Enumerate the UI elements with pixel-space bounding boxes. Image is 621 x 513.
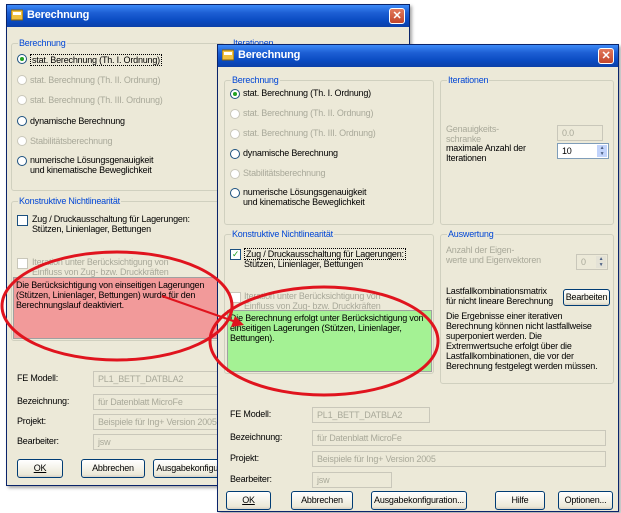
back-proj-label: Projekt: [17,416,46,426]
front-calc-group-title: Berechnung [231,75,280,85]
front-genauig-field: 0.0 [557,125,603,141]
front-maxiter-value: 10 [562,146,572,156]
back-radio-th3 [17,95,27,105]
back-zug-checkbox[interactable] [17,215,28,226]
back-iter-label-2: Einfluss von Zug- bzw. Druckkräften [32,267,169,277]
back-radio-stability-label: Stabilitätsberechnung [30,136,113,146]
back-radio-th1-label: stat. Berechnung (Th. I. Ordnung) [30,54,162,66]
back-radio-th2 [17,75,27,85]
back-titlebar[interactable]: Berechnung ✕ [7,5,409,27]
back-nonlin-group-title: Konstruktive Nichtlinearität [18,196,121,206]
front-maxiter-spinner[interactable]: 10 ▲ ▼ [557,143,609,159]
back-abbrechen-button[interactable]: Abbrechen [81,459,145,478]
back-radio-th3-label: stat. Berechnung (Th. III. Ordnung) [30,95,163,105]
front-proj-field: Beispiele für Ing+ Version 2005 [312,451,606,467]
front-matrix-label-2: für nicht lineare Berechnung [446,296,553,306]
back-zug-label-2: Stützen, Linienlager, Bettungen [32,224,151,234]
front-radio-th2 [230,109,240,119]
back-bearb-label: Bearbeiter: [17,436,59,446]
front-ausgabe-button[interactable]: Ausgabekonfiguration... [371,491,467,510]
front-iter-label: Iteration unter Berücksichtigung von [244,291,381,301]
front-notice-active: Die Berechnung erfolgt unter Berücksicht… [227,310,432,372]
front-radio-numeric-label-2: und kinematische Beweglichkeit [243,197,365,207]
front-maxiter-label-2: Iterationen [446,153,487,163]
front-radio-th2-label: stat. Berechnung (Th. II. Ordnung) [243,108,374,118]
front-abbrechen-button[interactable]: Abbrechen [291,491,353,510]
back-proj-field: Beispiele für Ing+ Version 2005 [93,414,233,430]
front-maxiter-label: maximale Anzahl der [446,143,526,153]
front-radio-numeric-label: numerische Lösungsgenauigkeit [243,187,367,197]
front-ausw-text: Die Ergebnisse einer iterativen Berechnu… [446,311,598,371]
front-radio-th3 [230,129,240,139]
back-radio-stability [17,136,27,146]
front-radio-dynamic-label: dynamische Berechnung [243,148,338,158]
front-fe-label: FE Modell: [230,409,272,419]
front-iter-group-title: Iterationen [447,75,490,85]
front-radio-numeric[interactable] [230,188,240,198]
back-radio-dynamic-label: dynamische Berechnung [30,116,125,126]
front-zug-label-2: Stützen, Linienlager, Bettungen [244,259,363,269]
back-radio-th1[interactable] [17,54,27,64]
front-dialog: Berechnung ✕ Berechnung stat. Berechnung… [217,44,619,512]
front-radio-stability [230,169,240,179]
front-hilfe-button[interactable]: Hilfe [495,491,545,510]
back-bez-label: Bezeichnung: [17,396,70,406]
back-radio-numeric-label-2: und kinematische Beweglichkeit [30,165,152,175]
back-notice-text: Die Berücksichtigung von einseitigen Lag… [16,280,205,310]
spinner-arrows-icon[interactable]: ▲ ▼ [597,145,607,157]
back-iter-label: Iteration unter Berücksichtigung von [32,257,169,267]
front-bearb-field: jsw [312,472,392,488]
app-icon [222,49,234,61]
spinner-arrows-icon: ▲ ▼ [596,256,606,268]
back-radio-dynamic[interactable] [17,116,27,126]
front-bez-label: Bezeichnung: [230,432,283,442]
front-titlebar[interactable]: Berechnung ✕ [218,45,618,67]
back-radio-numeric-label: numerische Lösungsgenauigkeit [30,155,154,165]
front-fe-field: PL1_BETT_DATBLA2 [312,407,430,423]
back-fe-label: FE Modell: [17,373,59,383]
back-radio-numeric[interactable] [17,156,27,166]
front-zug-checkbox[interactable]: ✓ [230,249,241,260]
front-optionen-button[interactable]: Optionen... [558,491,613,510]
front-notice-text: Die Berechnung erfolgt unter Berücksicht… [230,313,424,343]
back-bearb-field: jsw [93,434,233,450]
back-radio-th2-label: stat. Berechnung (Th. II. Ordnung) [30,75,161,85]
front-eigen-label: Anzahl der Eigen- [446,245,515,255]
front-ok-button[interactable]: OK [226,491,271,510]
front-radio-th3-label: stat. Berechnung (Th. III. Ordnung) [243,128,376,138]
front-bez-field: für Datenblatt MicroFe [312,430,606,446]
back-zug-label: Zug / Druckausschaltung für Lagerungen: [32,214,190,224]
front-proj-label: Projekt: [230,453,259,463]
back-fe-field: PL1_BETT_DATBLA2 [93,371,233,387]
front-bearb-label: Bearbeiter: [230,474,272,484]
back-iter-checkbox [17,258,28,269]
front-ausw-group-title: Auswertung [447,229,495,239]
back-ok-button[interactable]: OK [17,459,63,478]
front-eigen-value: 0 [581,257,586,267]
front-radio-th1-label: stat. Berechnung (Th. I. Ordnung) [243,88,371,98]
front-eigen-label-2: werte und Eigenvektoren [446,255,541,265]
front-iter-checkbox [230,292,241,303]
front-eigen-spinner: 0 ▲ ▼ [576,254,608,270]
front-matrix-label: Lastfallkombinationsmatrix [446,286,547,296]
back-close-icon[interactable]: ✕ [389,8,405,24]
back-title: Berechnung [27,9,90,21]
front-close-icon[interactable]: ✕ [598,48,614,64]
back-bez-field: für Datenblatt MicroFe [93,394,233,410]
front-bearbeiten-button[interactable]: Bearbeiten [563,289,610,306]
back-notice-deactivated: Die Berücksichtigung von einseitigen Lag… [13,277,223,339]
back-calc-group-title: Berechnung [18,38,67,48]
front-radio-dynamic[interactable] [230,149,240,159]
front-radio-th1[interactable] [230,89,240,99]
front-genauig-label: Genauigkeits- [446,124,499,134]
app-icon [11,9,23,21]
front-title: Berechnung [238,49,301,61]
front-nonlin-group-title: Konstruktive Nichtlinearität [231,229,334,239]
front-radio-stability-label: Stabilitätsberechnung [243,168,326,178]
